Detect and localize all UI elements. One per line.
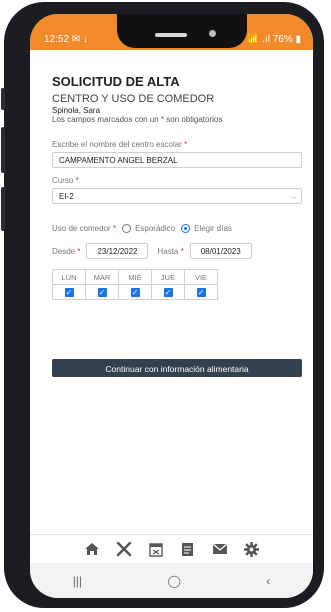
to-date-value: 08/01/2023 — [200, 247, 241, 256]
course-select[interactable]: EI-2 ⌵ — [52, 188, 302, 204]
course-label-text: Curso — [52, 176, 74, 185]
required-star: * — [75, 176, 79, 185]
dining-label: Uso de comedor * — [52, 224, 116, 233]
mail-icon[interactable] — [211, 540, 229, 558]
course-select-value: EI-2 — [59, 192, 74, 201]
speaker-grille — [155, 33, 187, 37]
recent-apps-button[interactable]: ||| — [73, 574, 82, 588]
school-label: Escribe el nombre del centro escolar * — [52, 140, 302, 149]
status-indicators: 📶 .ıl 76% ▮ — [246, 34, 301, 45]
radio-sporadic[interactable] — [122, 224, 132, 233]
radio-sporadic-label: Esporádico — [135, 224, 176, 233]
page-subtitle: CENTRO Y USO DE COMEDOR — [52, 93, 215, 105]
radio-choose-days[interactable] — [181, 224, 191, 233]
android-nav-bar: ||| ◯ ‹ — [30, 563, 313, 598]
calendar-icon[interactable] — [147, 540, 165, 558]
chevron-down-icon: ⌵ — [290, 192, 297, 201]
from-label: Desde * — [52, 247, 80, 256]
day-checkbox-mie[interactable]: ✓ — [130, 287, 140, 297]
day-header: LUN — [52, 269, 86, 285]
to-label: Hasta * — [157, 247, 183, 256]
home-button[interactable]: ◯ — [167, 574, 180, 588]
day-cell: ✓ — [52, 284, 86, 300]
required-star: * — [180, 246, 184, 256]
day-checkbox-jue[interactable]: ✓ — [163, 287, 173, 297]
day-cell: ✓ — [118, 284, 152, 300]
radio-choose-days-label: Elegir días — [194, 224, 232, 233]
day-checkbox-vie[interactable]: ✓ — [196, 287, 206, 297]
day-cell: ✓ — [85, 284, 119, 300]
continue-button[interactable]: Continuar con información alimentaria — [52, 359, 302, 377]
back-button[interactable]: ‹ — [266, 574, 270, 588]
required-star: * — [112, 224, 117, 233]
course-label: Curso * — [52, 176, 302, 185]
status-time: 12:52 ✉ ↓ — [44, 34, 88, 45]
required-note-text: son obligatorios — [164, 115, 223, 124]
day-checkbox-mar[interactable]: ✓ — [97, 287, 107, 297]
tools-icon[interactable] — [115, 540, 133, 558]
day-header: MAR — [85, 269, 119, 285]
required-note-text: Los campos marcados con un — [52, 115, 161, 124]
phone-frame: 12:52 ✉ ↓ 📶 .ıl 76% ▮ SOLICITUD DE ALTA … — [1, 2, 324, 608]
date-range: Desde * 23/12/2022 Hasta * 08/01/2023 — [52, 243, 302, 259]
front-camera — [209, 30, 216, 37]
from-date-value: 23/12/2022 — [97, 247, 138, 256]
gear-icon[interactable] — [243, 540, 261, 558]
phone-side-button — [1, 88, 5, 110]
dining-options: Uso de comedor * Esporádico Elegir días — [52, 224, 302, 233]
required-note: Los campos marcados con un * son obligat… — [52, 115, 302, 124]
phone-side-button — [1, 127, 5, 173]
day-header: VIE — [184, 269, 218, 285]
day-cell: ✓ — [151, 284, 185, 300]
to-date-input[interactable]: 08/01/2023 — [189, 243, 252, 259]
days-table: LUN MAR MIÉ JUE VIE ✓ ✓ ✓ ✓ ✓ — [52, 269, 218, 300]
dining-label-text: Uso de comedor — [52, 224, 111, 233]
screen: 12:52 ✉ ↓ 📶 .ıl 76% ▮ SOLICITUD DE ALTA … — [30, 14, 313, 598]
phone-side-button — [1, 187, 5, 231]
school-input[interactable]: CAMPAMENTO ANGEL BERZAL — [52, 152, 302, 168]
school-input-value: CAMPAMENTO ANGEL BERZAL — [59, 156, 178, 165]
required-star: * — [184, 140, 188, 149]
camera-notch — [117, 14, 247, 48]
page-title: SOLICITUD DE ALTA — [52, 74, 180, 89]
school-label-text: Escribe el nombre del centro escolar — [52, 140, 182, 149]
day-cell: ✓ — [184, 284, 218, 300]
required-star: * — [77, 246, 81, 256]
bottom-toolbar — [30, 534, 313, 563]
day-header: MIÉ — [118, 269, 152, 285]
days-checkbox-row: ✓ ✓ ✓ ✓ ✓ — [52, 284, 218, 300]
home-icon[interactable] — [83, 540, 101, 558]
days-header-row: LUN MAR MIÉ JUE VIE — [52, 269, 218, 285]
to-label-text: Hasta — [157, 246, 179, 256]
day-checkbox-lun[interactable]: ✓ — [64, 287, 74, 297]
from-label-text: Desde — [52, 246, 76, 256]
user-name: Spinola, Sara — [52, 106, 101, 115]
document-icon[interactable] — [179, 540, 197, 558]
form-content: SOLICITUD DE ALTA CENTRO Y USO DE COMEDO… — [52, 74, 302, 377]
from-date-input[interactable]: 23/12/2022 — [86, 243, 149, 259]
day-header: JUE — [151, 269, 185, 285]
